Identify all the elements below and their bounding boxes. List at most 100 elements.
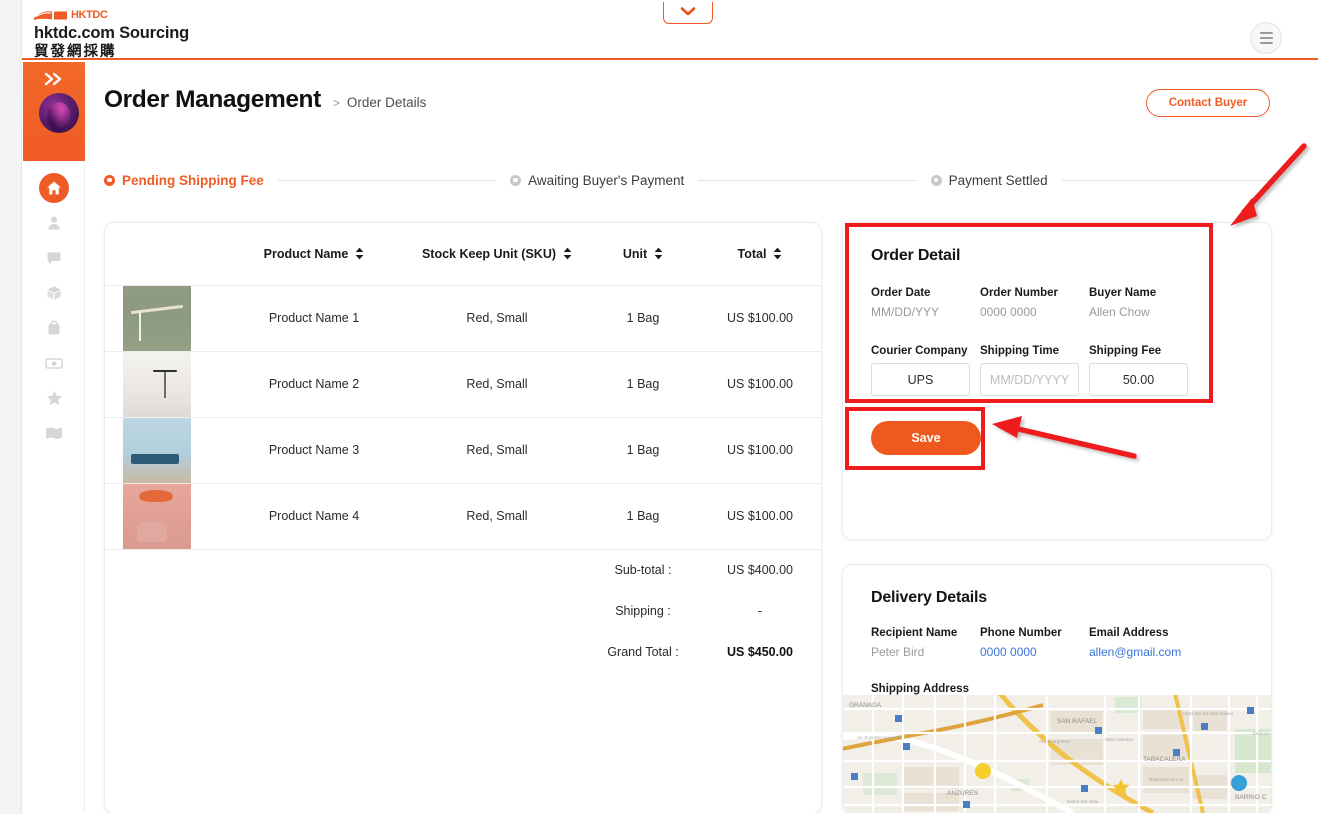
svg-text:Illustration la Luz: Illustration la Luz — [1149, 777, 1184, 782]
step-pending-shipping-fee[interactable]: Pending Shipping Fee — [104, 173, 264, 188]
order-detail-title: Order Detail — [871, 247, 961, 264]
hamburger-menu-button[interactable] — [1250, 22, 1282, 54]
column-header-label: Stock Keep Unit (SKU) — [421, 246, 557, 261]
field-value: Peter Bird — [871, 645, 925, 659]
breadcrumb-chevron-icon: > — [332, 96, 340, 110]
hamburger-icon-line — [1259, 37, 1273, 39]
sidebar-collapse-toggle[interactable] — [23, 68, 85, 92]
app-root: HKTDC hktdc.com Sourcing 貿發網採購 Order Man… — [0, 0, 1318, 814]
product-image-4 — [123, 483, 191, 549]
shipping-value: - — [757, 603, 763, 618]
product-image-1 — [123, 285, 191, 351]
avatar-image — [47, 102, 71, 132]
cell-product-image — [105, 417, 223, 484]
avatar[interactable] — [39, 93, 79, 133]
field-label: Buyer Name — [1089, 287, 1157, 299]
hktdc-logo-icon — [34, 10, 68, 21]
step-awaiting-buyers-payment[interactable]: Awaiting Buyer's Payment — [510, 173, 684, 188]
step-label: Payment Settled — [948, 172, 1048, 188]
sidebar-item-messages[interactable] — [23, 240, 85, 275]
sidebar-item-catalogue[interactable] — [23, 415, 85, 450]
brand-name: hktdc.com Sourcing — [34, 24, 190, 42]
sidebar-item-profile[interactable] — [23, 205, 85, 240]
browser-left-gutter — [0, 0, 22, 814]
box-icon — [46, 285, 62, 301]
order-items-card: Product Name Stock Keep Unit (SKU) Unit … — [104, 222, 822, 814]
table-row[interactable]: Product Name 1 Red, Small 1 Bag US $100.… — [105, 285, 821, 352]
table-row[interactable]: Product Name 3 Red, Small 1 Bag US $100.… — [105, 417, 821, 484]
table-row[interactable]: Product Name 4 Red, Small 1 Bag US $100.… — [105, 483, 821, 550]
step-dot-icon — [510, 174, 522, 186]
hamburger-icon-line — [1259, 42, 1273, 44]
svg-text:Metro Medica: Metro Medica — [1105, 737, 1133, 742]
brand-logo[interactable]: HKTDC — [34, 9, 189, 21]
step-connector-trailing — [1061, 179, 1280, 181]
order-items-table: Product Name Stock Keep Unit (SKU) Unit … — [105, 223, 821, 672]
step-payment-settled[interactable]: Payment Settled — [930, 172, 1048, 188]
shipping-time-input[interactable] — [980, 363, 1079, 396]
cell-product-image — [105, 483, 223, 550]
totals-spacer — [405, 631, 589, 672]
order-status-steps: Pending Shipping Fee Awaiting Buyer's Pa… — [104, 167, 1294, 193]
field-buyer-name: Buyer Name Allen Chow — [1089, 287, 1198, 319]
column-header-label: Product Name — [263, 246, 349, 261]
sort-arrows-icon[interactable] — [654, 247, 663, 260]
field-label: Email Address — [1089, 627, 1169, 639]
sort-arrows-icon[interactable] — [563, 247, 572, 260]
shipping-address-label: Shipping Address — [871, 683, 969, 695]
step-dot-icon — [104, 174, 115, 186]
cell-product-image — [105, 351, 223, 418]
bag-icon — [46, 319, 62, 336]
page-dropdown-toggle[interactable] — [663, 2, 713, 24]
sidebar-item-orders[interactable] — [23, 310, 85, 345]
cell-total: US $100.00 — [697, 417, 821, 484]
cell-total: US $100.00 — [697, 351, 821, 418]
totals-row-shipping: Shipping : - — [105, 590, 821, 631]
column-header-label: Total — [737, 246, 767, 261]
column-header-product-name[interactable]: Product Name — [223, 223, 405, 286]
email-address-link[interactable]: allen@gmail.com — [1089, 645, 1239, 659]
sidebar-item-favourites[interactable] — [23, 380, 85, 415]
field-label: Recipient Name — [871, 627, 958, 639]
column-header-total[interactable]: Total — [697, 223, 821, 286]
table-header-row: Product Name Stock Keep Unit (SKU) Unit … — [105, 223, 821, 286]
delivery-location-map[interactable]: GRANADA SAN RAFAEL TABACALERA ANZURES BA… — [843, 695, 1271, 813]
sort-arrows-icon[interactable] — [773, 247, 782, 260]
sidebar-item-products[interactable] — [23, 275, 85, 310]
cell-product-name: Product Name 4 — [223, 483, 405, 550]
order-detail-card: Order Detail Order Date MM/DD/YYY Order … — [842, 222, 1272, 540]
field-email-address: Email Address allen@gmail.com — [1089, 627, 1239, 659]
field-value: MM/DD/YYY — [871, 305, 940, 319]
table-row[interactable]: Product Name 2 Red, Small 1 Bag US $100.… — [105, 351, 821, 418]
svg-text:GRANADA: GRANADA — [849, 702, 882, 709]
column-header-sku[interactable]: Stock Keep Unit (SKU) — [405, 223, 589, 286]
banknote-icon — [45, 356, 63, 370]
sidebar-item-home[interactable] — [23, 170, 85, 205]
svg-text:TABACALERA: TABACALERA — [1143, 756, 1186, 763]
page-title: Order Management — [104, 86, 321, 113]
hamburger-icon-line — [1259, 32, 1273, 34]
svg-text:Av. Insurgentes: Av. Insurgentes — [1039, 739, 1071, 744]
grand-total-value: US $450.00 — [726, 644, 794, 659]
totals-spacer — [405, 549, 589, 590]
column-header-unit[interactable]: Unit — [589, 223, 697, 286]
totals-row-subtotal: Sub-total : US $400.00 — [105, 549, 821, 590]
save-button[interactable]: Save — [871, 421, 981, 455]
totals-spacer — [105, 549, 223, 590]
cell-unit: 1 Bag — [589, 417, 697, 484]
field-label: Order Date — [871, 287, 931, 299]
chevron-down-icon — [680, 4, 696, 22]
shipping-fee-input[interactable] — [1089, 363, 1188, 396]
contact-buyer-button[interactable]: Contact Buyer — [1146, 89, 1270, 117]
grand-total-label: Grand Total : — [607, 644, 679, 659]
left-sidebar — [23, 62, 85, 814]
field-value: 0000 0000 — [980, 305, 1037, 319]
sort-arrows-icon[interactable] — [355, 247, 364, 260]
sidebar-item-payments[interactable] — [23, 345, 85, 380]
phone-number-link[interactable]: 0000 0000 — [980, 645, 1089, 659]
sidebar-active-pill — [39, 172, 69, 203]
cell-sku: Red, Small — [405, 417, 589, 484]
courier-company-input[interactable] — [871, 363, 970, 396]
cell-product-name: Product Name 2 — [223, 351, 405, 418]
cell-unit: 1 Bag — [589, 483, 697, 550]
